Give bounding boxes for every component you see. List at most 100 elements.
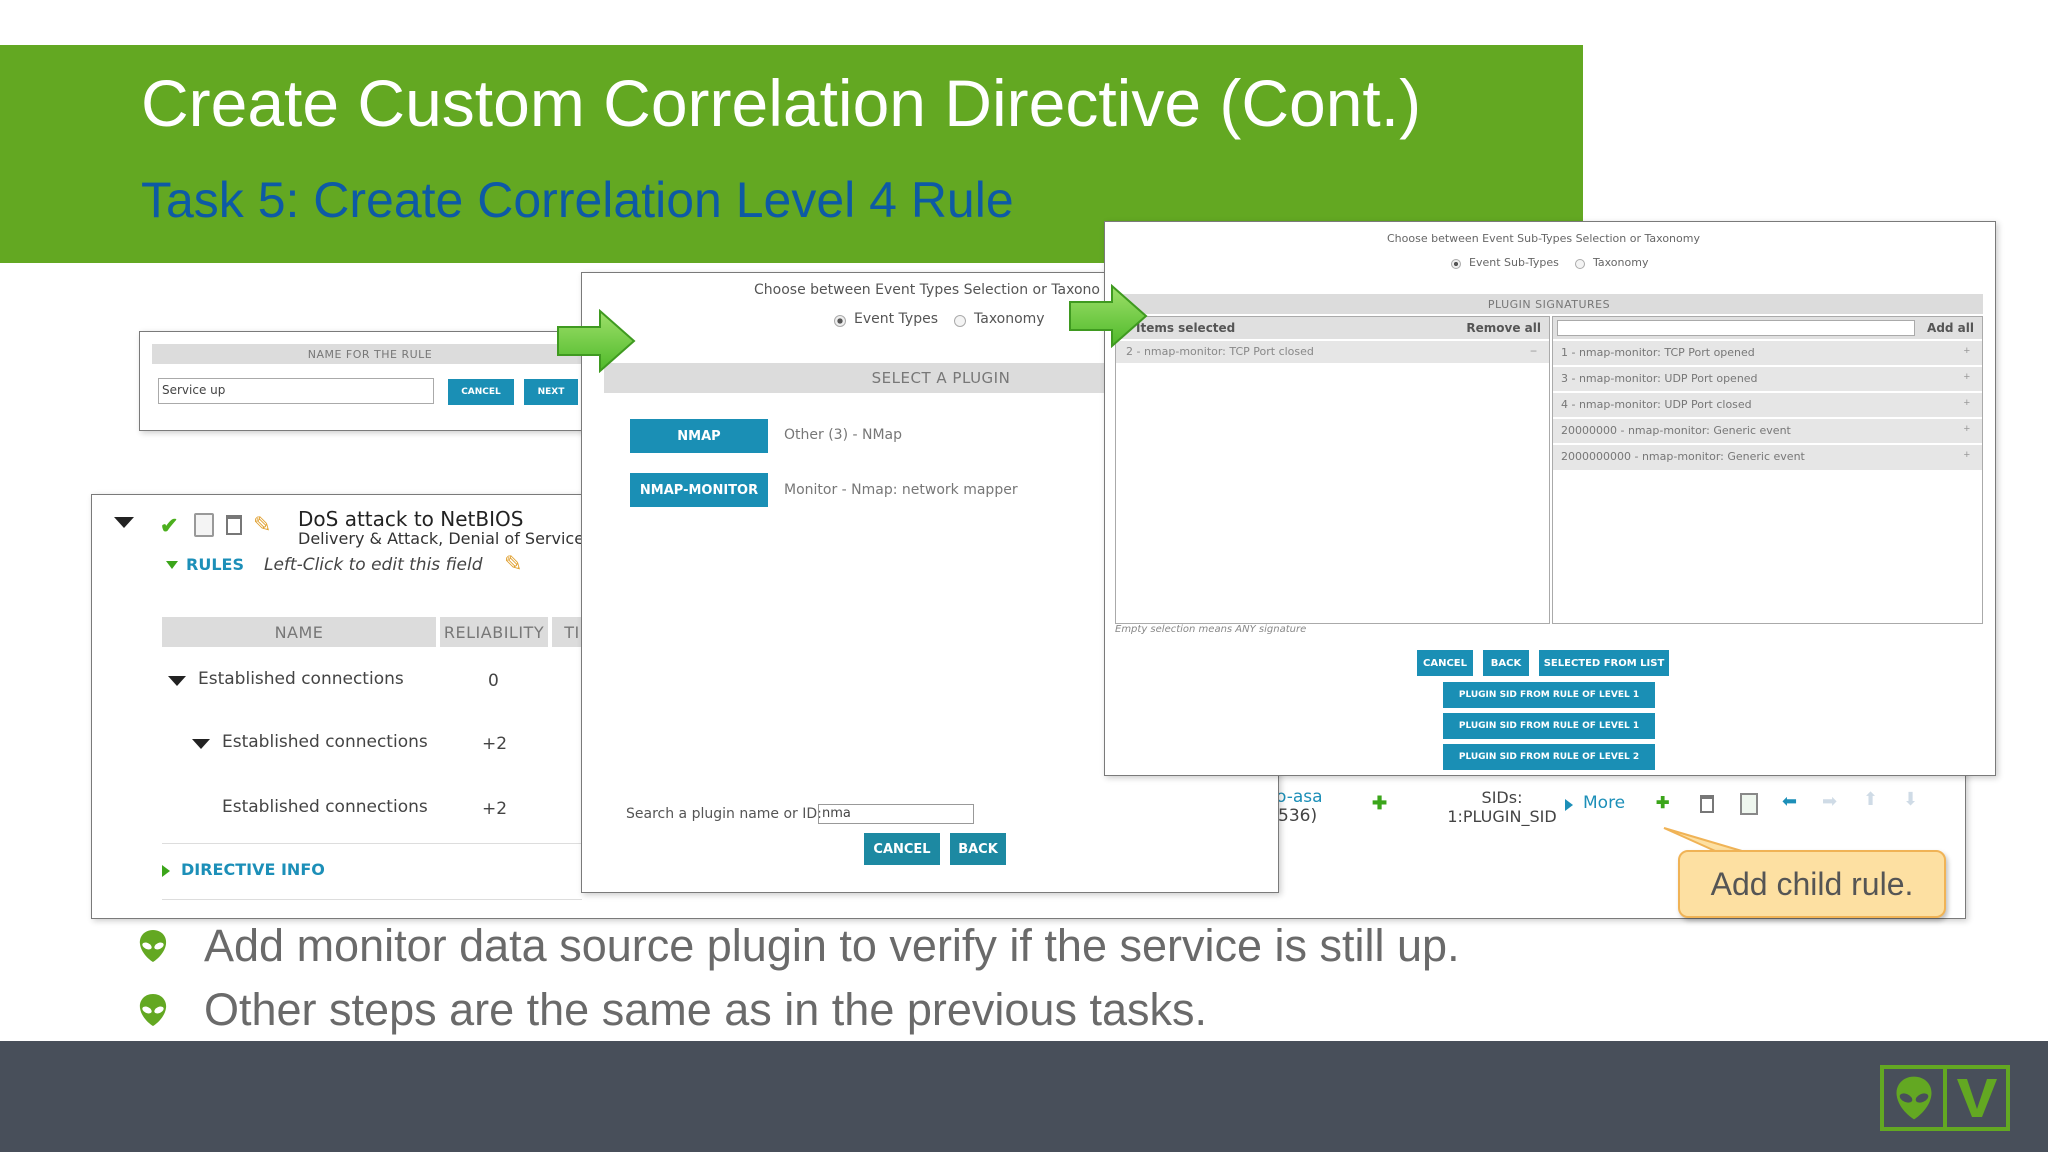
cancel-button[interactable]: CANCEL	[1417, 650, 1473, 676]
v-logo-icon	[1956, 1079, 1997, 1117]
add-icon[interactable]: +	[1964, 423, 1970, 435]
plugin-nmap-button[interactable]: NMAP	[630, 419, 768, 453]
radio-sub-types-label: Event Sub-Types	[1469, 256, 1559, 269]
remove-icon[interactable]: −	[1530, 344, 1537, 358]
rule-name-input[interactable]: Service up	[158, 378, 434, 404]
col-name-header[interactable]: NAME	[162, 617, 436, 647]
choose-sub-types-text: Choose between Event Sub-Types Selection…	[1387, 232, 1700, 245]
edit-hint: Left-Click to edit this field	[264, 555, 483, 575]
directive-info-label[interactable]: DIRECTIVE INFO	[181, 860, 325, 879]
radio-event-types[interactable]	[834, 315, 846, 327]
search-plugin-label: Search a plugin name or ID:	[626, 806, 822, 822]
rule-row-reliability[interactable]: 0	[488, 671, 499, 691]
rules-label[interactable]: RULES	[186, 555, 244, 574]
bullet-text: Other steps are the same as in the previ…	[204, 984, 1207, 1035]
trash-icon[interactable]	[226, 515, 242, 535]
slide: Create Custom Correlation Directive (Con…	[0, 0, 2048, 1152]
partial-source-text-2: 536)	[1278, 806, 1318, 826]
more-arrow-icon[interactable]	[1565, 799, 1573, 811]
directive-category: Delivery & Attack, Denial of Service	[298, 529, 585, 548]
green-arrow-icon	[557, 309, 636, 373]
cancel-button[interactable]: CANCEL	[448, 379, 514, 405]
add-child-rule-icon[interactable]: ✚	[1656, 793, 1669, 813]
list-item[interactable]: 4 - nmap-monitor: UDP Port closed +	[1553, 393, 1982, 418]
green-arrow-icon	[1069, 284, 1148, 348]
divider	[162, 843, 582, 844]
list-item[interactable]: 3 - nmap-monitor: UDP Port opened +	[1553, 367, 1982, 392]
list-item[interactable]: 1 - nmap-monitor: TCP Port opened +	[1553, 341, 1982, 366]
radio-taxonomy[interactable]	[1575, 259, 1585, 269]
list-item-label: 2 - nmap-monitor: TCP Port closed	[1126, 345, 1314, 358]
list-item-label: 20000000 - nmap-monitor: Generic event	[1561, 424, 1791, 437]
list-item[interactable]: 2 - nmap-monitor: TCP Port closed −	[1116, 341, 1549, 363]
sids-value: 1:PLUGIN_SID	[1447, 807, 1557, 826]
row-expand-icon[interactable]	[192, 739, 210, 749]
rule-name-panel: NAME FOR THE RULE Service up CANCEL NEXT	[139, 331, 599, 431]
radio-event-types-label: Event Types	[854, 311, 939, 327]
radio-sub-types[interactable]	[1451, 259, 1461, 269]
add-icon[interactable]: +	[1964, 345, 1970, 357]
move-right-icon[interactable]: ➡	[1822, 791, 1837, 812]
partial-source-text: o-asa	[1276, 787, 1323, 807]
pencil-icon[interactable]: ✎	[253, 512, 271, 538]
trash-icon[interactable]	[1700, 795, 1714, 813]
clone-icon[interactable]	[1740, 793, 1758, 815]
move-down-icon[interactable]: ⬇	[1903, 789, 1918, 810]
rule-row-reliability[interactable]: +2	[482, 734, 507, 754]
list-item-label: 3 - nmap-monitor: UDP Port opened	[1561, 372, 1758, 385]
radio-taxonomy-label: Taxonomy	[1593, 256, 1649, 269]
list-item-label: 2000000000 - nmap-monitor: Generic event	[1561, 450, 1805, 463]
radio-taxonomy-label: Taxonomy	[974, 311, 1045, 327]
add-icon[interactable]: +	[1964, 449, 1970, 461]
list-item[interactable]: 2000000000 - nmap-monitor: Generic event…	[1553, 445, 1982, 470]
add-icon[interactable]: ✚	[1372, 793, 1387, 814]
search-plugin-input[interactable]: nma	[818, 804, 974, 824]
directive-name: DoS attack to NetBIOS	[298, 507, 524, 531]
col-reliability-header[interactable]: RELIABILITY	[440, 617, 548, 647]
filter-input[interactable]	[1557, 320, 1915, 336]
slide-subtitle: Task 5: Create Correlation Level 4 Rule	[141, 172, 1014, 228]
add-icon[interactable]: +	[1964, 371, 1970, 383]
sids-label: SIDs:	[1481, 788, 1523, 807]
plugin-signatures-header: PLUGIN SIGNATURES	[1115, 294, 1983, 314]
footer-bar	[0, 1041, 2048, 1152]
add-icon[interactable]: +	[1964, 397, 1970, 409]
rule-row-name[interactable]: Established connections	[222, 797, 428, 817]
edit-pencil-icon[interactable]: ✎	[504, 551, 522, 577]
plugin-sid-level-1-button[interactable]: PLUGIN SID FROM RULE OF LEVEL 1	[1443, 682, 1655, 708]
alien-bullet-icon	[139, 994, 167, 1026]
move-left-icon[interactable]: ⬅	[1782, 791, 1797, 812]
available-list: Add all 1 - nmap-monitor: TCP Port opene…	[1552, 316, 1983, 624]
more-link[interactable]: More	[1583, 793, 1625, 813]
list-item[interactable]: 20000000 - nmap-monitor: Generic event +	[1553, 419, 1982, 444]
plugin-sid-level-1-button[interactable]: PLUGIN SID FROM RULE OF LEVEL 1	[1443, 713, 1655, 739]
clone-icon[interactable]	[194, 513, 214, 537]
empty-selection-note: Empty selection means ANY signature	[1115, 624, 1307, 635]
add-all-link[interactable]: Add all	[1927, 321, 1974, 335]
rule-name-header: NAME FOR THE RULE	[152, 344, 588, 364]
check-icon[interactable]: ✔	[160, 513, 178, 539]
back-button[interactable]: BACK	[950, 833, 1006, 865]
collapse-arrow-icon[interactable]	[114, 517, 134, 528]
logo-alien	[1884, 1069, 1943, 1127]
rule-row-name[interactable]: Established connections	[222, 732, 428, 752]
rules-toggle-icon[interactable]	[166, 561, 178, 569]
next-button[interactable]: NEXT	[524, 379, 578, 405]
plugin-nmap-monitor-button[interactable]: NMAP-MONITOR	[630, 473, 768, 507]
bullet-text: Add monitor data source plugin to verify…	[204, 920, 1460, 971]
radio-taxonomy[interactable]	[954, 315, 966, 327]
back-button[interactable]: BACK	[1483, 650, 1529, 676]
bullet-item: Other steps are the same as in the previ…	[138, 984, 1207, 1036]
rule-row-name[interactable]: Established connections	[198, 669, 404, 689]
rule-row-reliability[interactable]: +2	[482, 799, 507, 819]
remove-all-link[interactable]: Remove all	[1466, 321, 1541, 335]
row-expand-icon[interactable]	[168, 676, 186, 686]
plugin-sid-level-2-button[interactable]: PLUGIN SID FROM RULE OF LEVEL 2	[1443, 744, 1655, 770]
move-up-icon[interactable]: ⬆	[1863, 789, 1878, 810]
directive-info-toggle-icon[interactable]	[162, 865, 170, 877]
selected-from-list-button[interactable]: SELECTED FROM LIST	[1539, 650, 1669, 676]
plugin-nmap-monitor-desc: Monitor - Nmap: network mapper	[784, 482, 1018, 498]
cancel-button[interactable]: CANCEL	[864, 833, 940, 865]
logo	[1880, 1065, 2010, 1131]
slide-title: Create Custom Correlation Directive (Con…	[141, 66, 1422, 140]
